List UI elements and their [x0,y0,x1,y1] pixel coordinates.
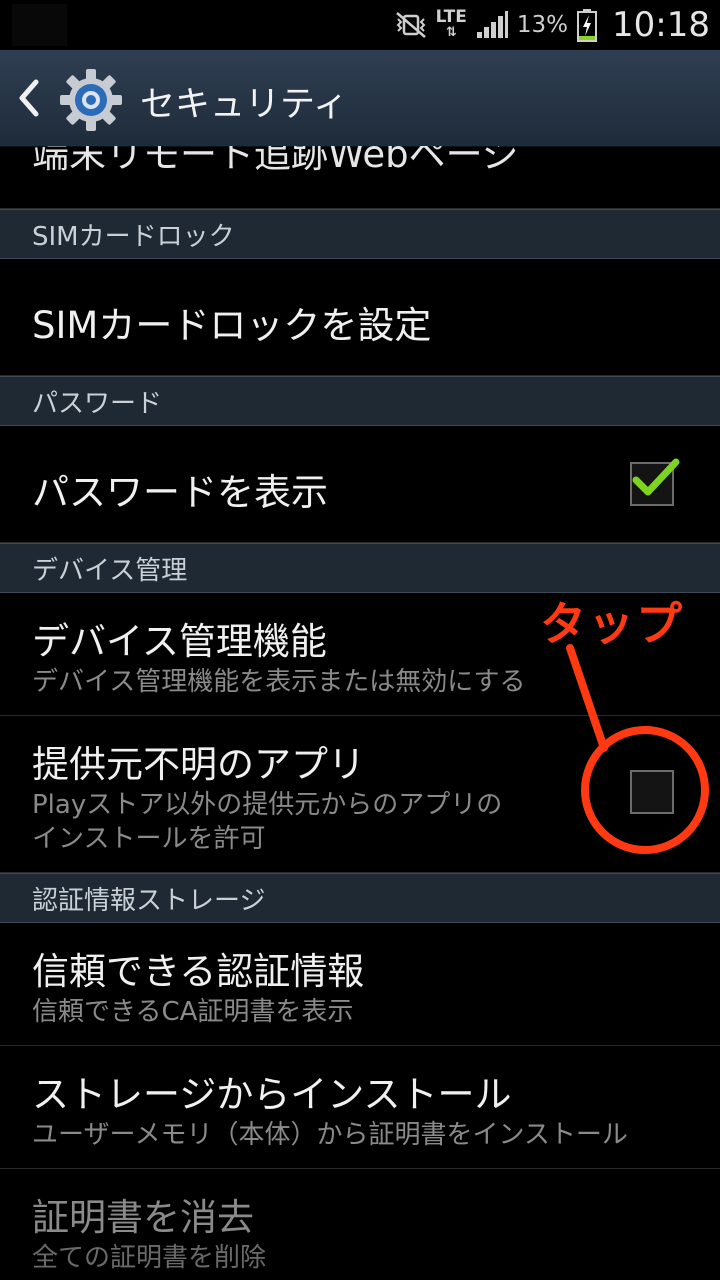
list-item-subtitle-line2: インストールを許可 [32,824,266,854]
status-bar: LTE ⇅ 13% 10:18 [0,0,720,50]
clock: 10:18 [612,5,710,45]
list-item-subtitle: ユーザーメモリ（本体）から証明書をインストール [32,1120,628,1150]
list-item-subtitle: 全ての証明書を削除 [32,1243,267,1273]
list-item-sim-lock[interactable]: SIMカードロックを設定 [0,259,720,376]
settings-gear-icon[interactable] [58,67,124,133]
checkmark-icon [632,458,680,496]
list-item-title: 端末リモート追跡Webページ [32,146,519,176]
battery-charging-icon [577,9,598,42]
section-header-password: パスワード [0,376,720,426]
section-header-credential-storage: 認証情報ストレージ [0,873,720,923]
unknown-sources-checkbox[interactable] [630,770,674,814]
battery-percent: 13% [516,12,569,38]
show-password-checkbox[interactable] [630,458,680,506]
back-icon[interactable] [14,76,44,120]
page-title: セキュリティ [140,85,348,125]
mute-vibrate-icon [395,12,426,38]
lte-icon: LTE ⇅ [435,7,467,41]
annotation-tap-label: タップ [540,597,684,651]
list-item-title: 信頼できる認証情報 [32,950,365,993]
list-item-show-password[interactable]: パスワードを表示 [0,426,720,543]
list-item-install-from-storage[interactable]: ストレージからインストール ユーザーメモリ（本体）から証明書をインストール [0,1046,720,1169]
signal-icon [476,11,508,38]
list-item-subtitle: Playストア以外の提供元からのアプリの [32,790,503,820]
list-item-clear-credentials: 証明書を消去 全ての証明書を削除 [0,1169,720,1280]
list-item-subtitle: 信頼できるCA証明書を表示 [32,997,354,1027]
list-item-title: 提供元不明のアプリ [32,743,365,786]
section-header-sim: SIMカードロック [0,209,720,259]
list-item-remote-tracking[interactable]: 端末リモート追跡Webページ [0,146,720,209]
section-header-device-admin: デバイス管理 [0,543,720,593]
list-item-trusted-credentials[interactable]: 信頼できる認証情報 信頼できるCA証明書を表示 [0,923,720,1046]
list-item-title: デバイス管理機能 [32,620,327,663]
list-item-unknown-sources[interactable]: 提供元不明のアプリ Playストア以外の提供元からのアプリの インストールを許可 [0,716,720,873]
list-item-subtitle: デバイス管理機能を表示または無効にする [32,667,526,697]
list-item-title: 証明書を消去 [32,1196,254,1239]
list-item-title: ストレージからインストール [32,1073,512,1116]
notification-placeholder [12,4,67,46]
settings-list[interactable]: 端末リモート追跡Webページ SIMカードロック SIMカードロックを設定 パス… [0,146,720,1280]
list-item-title: パスワードを表示 [32,471,328,514]
action-bar: セキュリティ [0,50,720,147]
list-item-title: SIMカードロックを設定 [32,304,432,347]
